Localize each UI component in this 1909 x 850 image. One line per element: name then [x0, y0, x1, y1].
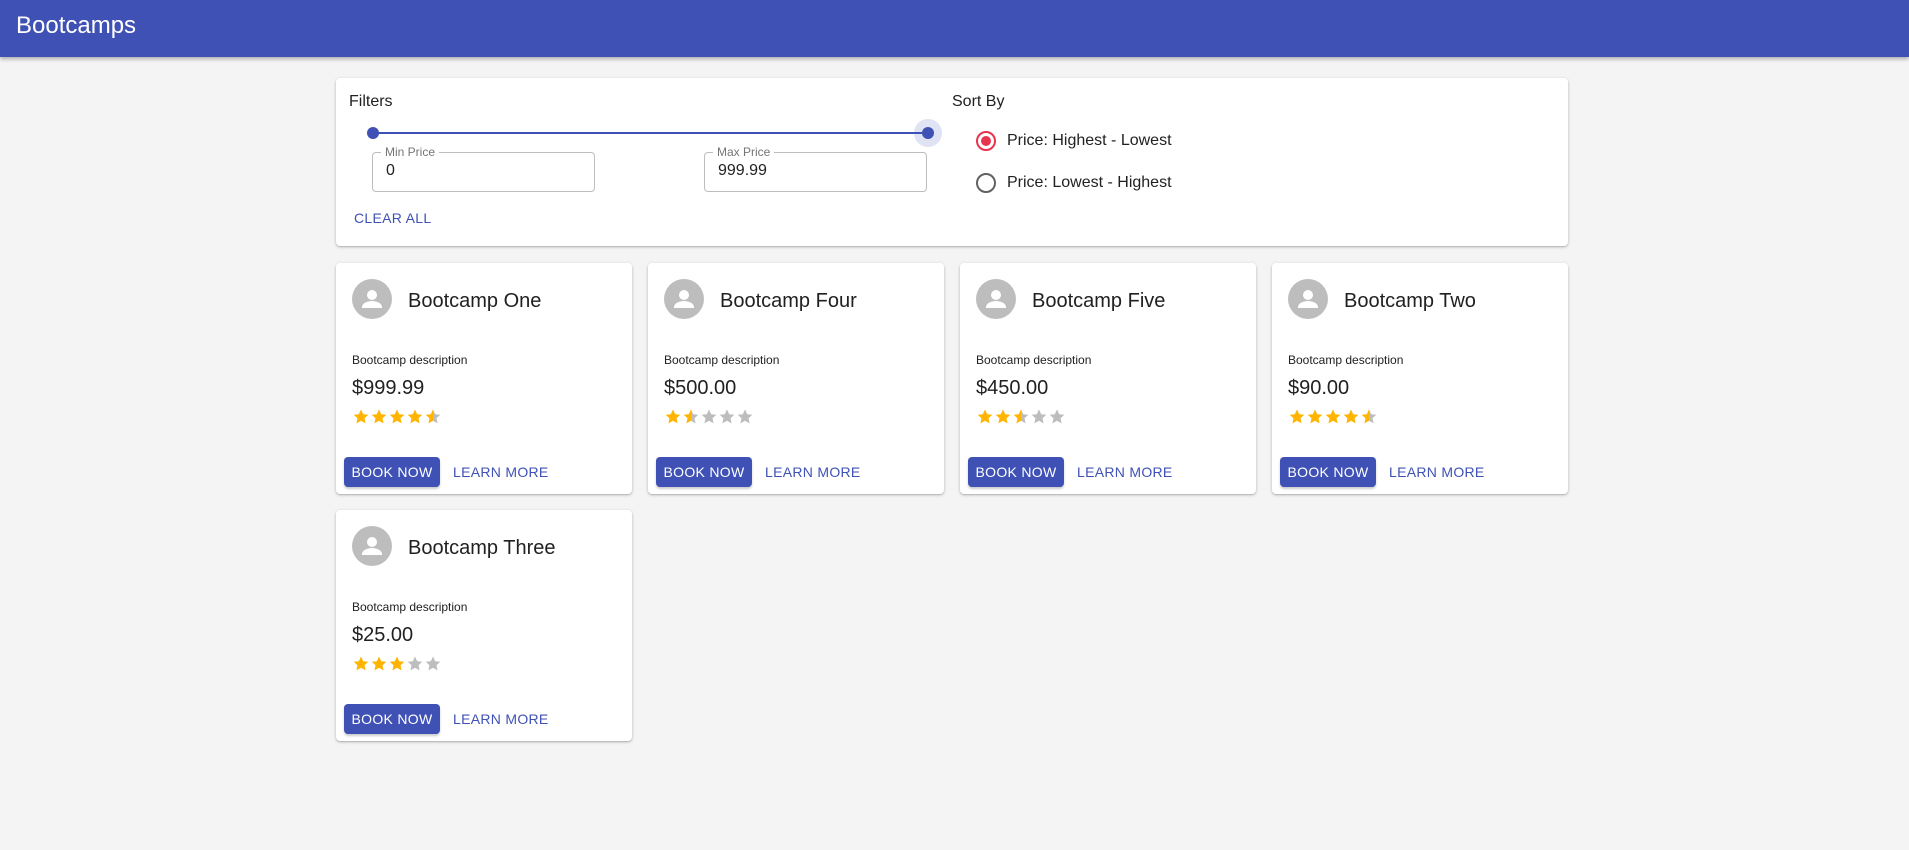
card-description: Bootcamp description [976, 353, 1092, 367]
card-title: Bootcamp Five [1032, 290, 1166, 312]
star-icon [1048, 408, 1066, 426]
star-icon [1324, 408, 1342, 426]
star-rating [976, 408, 1066, 426]
learn-more-button[interactable]: LEARN MORE [1077, 464, 1173, 480]
price-range-slider[interactable] [372, 132, 928, 134]
star-icon [1288, 408, 1306, 426]
min-price-label: Min Price [381, 145, 440, 159]
learn-more-button[interactable]: LEARN MORE [453, 464, 549, 480]
star-icon [718, 408, 736, 426]
star-rating [664, 408, 754, 426]
star-rating [1288, 408, 1378, 426]
radio-unchecked-icon[interactable] [976, 173, 996, 193]
min-price-slider-thumb[interactable] [367, 127, 379, 139]
book-now-button[interactable]: BOOK NOW [1280, 457, 1376, 487]
learn-more-button[interactable]: LEARN MORE [453, 711, 549, 727]
min-price-input[interactable] [386, 162, 576, 180]
max-price-slider-thumb[interactable] [922, 127, 934, 139]
star-icon [700, 408, 718, 426]
person-icon [976, 279, 1016, 319]
bootcamp-card: Bootcamp Two Bootcamp description $90.00 [1272, 263, 1568, 494]
sort-option-low-high[interactable]: Price: Lowest - Highest [976, 170, 1172, 196]
star-icon [352, 655, 370, 673]
person-icon [352, 526, 392, 566]
card-description: Bootcamp description [1288, 353, 1404, 367]
star-rating [352, 408, 442, 426]
card-title: Bootcamp Four [720, 290, 857, 312]
star-icon [388, 408, 406, 426]
sort-option-high-low[interactable]: Price: Highest - Lowest [976, 128, 1172, 154]
sort-by-title: Sort By [952, 93, 1005, 110]
person-icon [1288, 279, 1328, 319]
star-icon [370, 655, 388, 673]
max-price-field[interactable]: Max Price [704, 145, 927, 192]
star-icon [406, 408, 424, 426]
card-price: $25.00 [352, 624, 414, 646]
card-price: $90.00 [1288, 377, 1350, 399]
learn-more-button[interactable]: LEARN MORE [1389, 464, 1485, 480]
max-price-label: Max Price [713, 145, 775, 159]
app-title: Bootcamps [16, 12, 137, 39]
card-price: $450.00 [976, 377, 1049, 399]
star-icon [352, 408, 370, 426]
sort-option-label: Price: Highest - Lowest [1007, 132, 1172, 149]
person-icon [352, 279, 392, 319]
star-icon [664, 408, 682, 426]
card-description: Bootcamp description [352, 353, 468, 367]
bootcamp-card: Bootcamp Four Bootcamp description $500.… [648, 263, 944, 494]
star-icon [1306, 408, 1324, 426]
card-description: Bootcamp description [664, 353, 780, 367]
star-icon [1342, 408, 1360, 426]
person-icon [664, 279, 704, 319]
star-icon [424, 655, 442, 673]
filters-panel: Filters Min Price Max Price CLEAR ALL So… [336, 78, 1568, 246]
card-title: Bootcamp Three [408, 537, 556, 559]
star-icon [976, 408, 994, 426]
card-price: $500.00 [664, 377, 737, 399]
app-bar: Bootcamps [0, 0, 1909, 57]
book-now-button[interactable]: BOOK NOW [344, 704, 440, 734]
card-title: Bootcamp One [408, 290, 542, 312]
card-description: Bootcamp description [352, 600, 468, 614]
learn-more-button[interactable]: LEARN MORE [765, 464, 861, 480]
max-price-input[interactable] [718, 162, 908, 180]
clear-all-button[interactable]: CLEAR ALL [354, 210, 431, 226]
min-price-field[interactable]: Min Price [372, 145, 595, 192]
star-icon [1012, 408, 1030, 426]
card-title: Bootcamp Two [1344, 290, 1476, 312]
sort-option-label: Price: Lowest - Highest [1007, 174, 1172, 191]
star-rating [352, 655, 442, 673]
star-icon [1360, 408, 1378, 426]
star-icon [406, 655, 424, 673]
star-icon [682, 408, 700, 426]
card-price: $999.99 [352, 377, 425, 399]
bootcamp-card: Bootcamp Five Bootcamp description $450.… [960, 263, 1256, 494]
star-icon [1030, 408, 1048, 426]
star-icon [994, 408, 1012, 426]
star-icon [388, 655, 406, 673]
book-now-button[interactable]: BOOK NOW [344, 457, 440, 487]
bootcamp-card: Bootcamp Three Bootcamp description $25.… [336, 510, 632, 741]
star-icon [736, 408, 754, 426]
book-now-button[interactable]: BOOK NOW [968, 457, 1064, 487]
filters-title: Filters [349, 93, 393, 110]
bootcamp-card: Bootcamp One Bootcamp description $999.9… [336, 263, 632, 494]
book-now-button[interactable]: BOOK NOW [656, 457, 752, 487]
star-icon [424, 408, 442, 426]
radio-checked-icon[interactable] [976, 131, 996, 151]
star-icon [370, 408, 388, 426]
